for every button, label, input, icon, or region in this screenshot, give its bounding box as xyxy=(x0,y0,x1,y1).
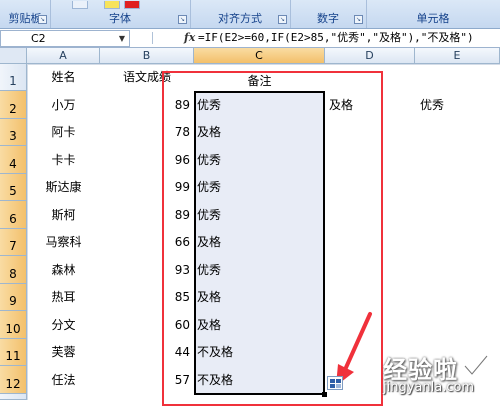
row-header-12[interactable]: 12 xyxy=(0,366,27,394)
column-header-e[interactable]: E xyxy=(415,48,500,64)
formula-bar-divider xyxy=(152,32,153,44)
cell-a5[interactable]: 斯达康 xyxy=(27,178,100,196)
dialog-launcher-icon[interactable]: ↘ xyxy=(38,15,47,24)
row-header-11[interactable]: 11 xyxy=(0,339,27,366)
chevron-down-icon[interactable]: ▼ xyxy=(119,31,125,46)
cell-e2[interactable]: 优秀 xyxy=(420,96,444,114)
watermark: 经验啦 jingyanla.com xyxy=(383,350,498,398)
column-header-a[interactable]: A xyxy=(27,48,100,64)
ribbon-group-cells[interactable]: 单元格 xyxy=(366,0,500,28)
font-color-icon[interactable] xyxy=(124,1,140,9)
cell-a1[interactable]: 姓名 xyxy=(27,68,100,86)
row-header-1[interactable]: 1 xyxy=(0,64,27,91)
ribbon: 剪贴板 ↘ 字体 ↘ 对齐方式 ↘ 数字 ↘ 单元格 xyxy=(0,0,500,29)
row-header-10[interactable]: 10 xyxy=(0,311,27,339)
row-header-13[interactable] xyxy=(0,394,27,400)
cell-a12[interactable]: 任法 xyxy=(27,371,100,389)
dialog-launcher-icon[interactable]: ↘ xyxy=(278,15,287,24)
auto-fill-options-icon[interactable] xyxy=(327,376,343,390)
row-header-3[interactable]: 3 xyxy=(0,119,27,146)
row-header-5[interactable]: 5 xyxy=(0,174,27,201)
watermark-url: jingyanla.com xyxy=(383,380,475,395)
column-header-c[interactable]: C xyxy=(194,48,325,64)
column-header-d[interactable]: D xyxy=(325,48,415,64)
formula-bar: C2 ▼ fx =IF(E2>=60,IF(E2>85,"优秀","及格"),"… xyxy=(0,29,500,48)
ribbon-group-alignment[interactable]: 对齐方式 ↘ xyxy=(190,0,291,28)
ribbon-group-font[interactable]: 字体 ↘ xyxy=(50,0,191,28)
ribbon-group-clipboard[interactable]: 剪贴板 ↘ xyxy=(0,0,51,28)
column-header-b[interactable]: B xyxy=(100,48,194,64)
row-header-9[interactable]: 9 xyxy=(0,284,27,311)
highlight-color-icon[interactable] xyxy=(104,1,120,9)
cell-a8[interactable]: 森林 xyxy=(27,261,100,279)
select-all-corner[interactable] xyxy=(0,48,27,64)
row-header-6[interactable]: 6 xyxy=(0,201,27,229)
row-header-8[interactable]: 8 xyxy=(0,256,27,284)
dialog-launcher-icon[interactable]: ↘ xyxy=(354,15,363,24)
row-header-4[interactable]: 4 xyxy=(0,146,27,174)
cell-a7[interactable]: 马察科 xyxy=(27,233,100,251)
cell-a6[interactable]: 斯柯 xyxy=(27,206,100,224)
dialog-launcher-icon[interactable]: ↘ xyxy=(178,15,187,24)
cell-a10[interactable]: 分文 xyxy=(27,316,100,334)
name-box-value: C2 xyxy=(31,32,46,45)
ribbon-group-label: 字体 xyxy=(109,12,131,25)
cell-a9[interactable]: 热耳 xyxy=(27,288,100,306)
cell-a11[interactable]: 芙蓉 xyxy=(27,343,100,361)
cell-a4[interactable]: 卡卡 xyxy=(27,151,100,169)
ribbon-group-label: 单元格 xyxy=(416,12,450,25)
ribbon-group-label: 对齐方式 xyxy=(218,12,262,25)
formula-input[interactable]: =IF(E2>=60,IF(E2>85,"优秀","及格"),"不及格") xyxy=(198,30,500,45)
ribbon-group-number[interactable]: 数字 ↘ xyxy=(290,0,367,28)
checkmark-icon xyxy=(463,354,489,378)
fill-handle[interactable] xyxy=(322,392,327,397)
font-button-icon[interactable] xyxy=(72,1,88,9)
cell-a3[interactable]: 阿卡 xyxy=(27,123,100,141)
row-header-2[interactable]: 2 xyxy=(0,91,27,119)
row-header-7[interactable]: 7 xyxy=(0,229,27,256)
insert-function-icon[interactable]: fx xyxy=(184,29,195,47)
name-box[interactable]: C2 ▼ xyxy=(0,30,130,47)
cell-a2[interactable]: 小万 xyxy=(27,96,100,114)
